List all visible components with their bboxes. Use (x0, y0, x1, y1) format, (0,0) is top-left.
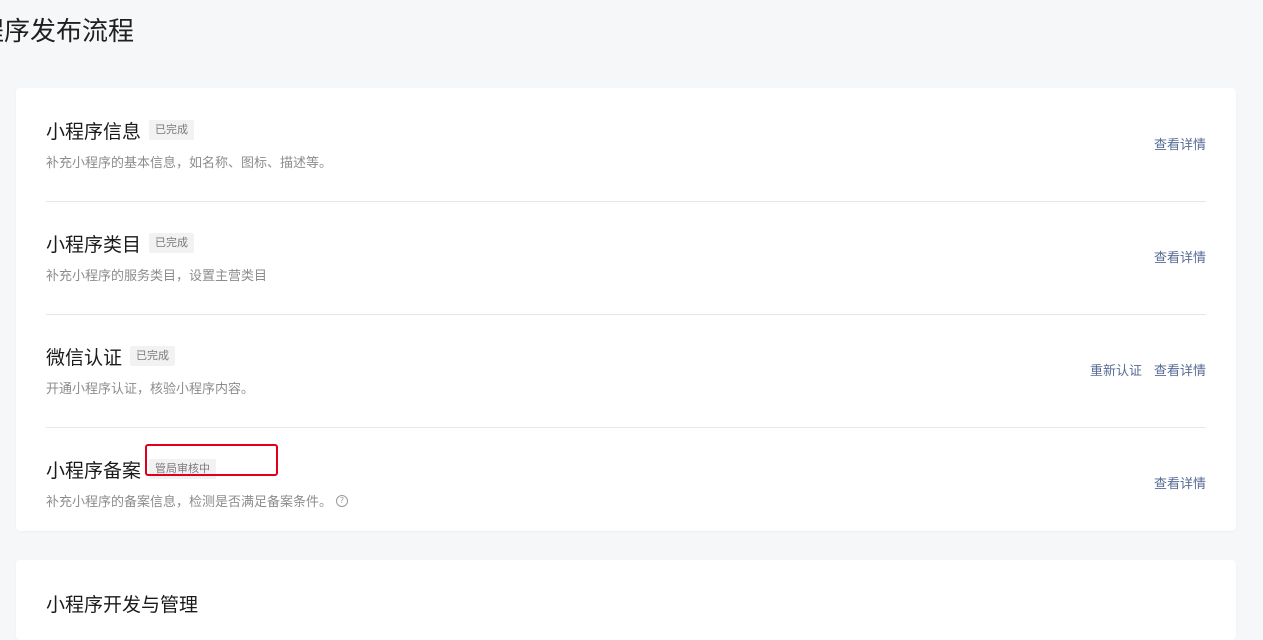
dev-management-card: 小程序开发与管理 (16, 560, 1236, 640)
step-title: 小程序类目 (46, 233, 142, 256)
reverify-link[interactable]: 重新认证 (1090, 360, 1142, 379)
step-title: 小程序信息 (46, 120, 142, 143)
help-icon[interactable]: ? (336, 494, 349, 507)
status-badge: 已完成 (149, 120, 195, 140)
step-miniprogram-category: 小程序类目 已完成 补充小程序的服务类目，设置主营类目 查看详情 (46, 201, 1206, 314)
step-title: 微信认证 (46, 346, 123, 369)
step-actions: 查看详情 (1154, 247, 1206, 266)
step-title: 小程序备案 (46, 459, 142, 482)
step-title-row: 小程序信息 已完成 (46, 116, 195, 144)
step-miniprogram-filing: 小程序备案 管局审核中 补充小程序的备案信息，检测是否满足备案条件。 ? 查看详… (46, 427, 1206, 540)
step-title-row: 小程序备案 管局审核中 (46, 455, 217, 483)
step-description: 开通小程序认证，核验小程序内容。 (46, 382, 255, 397)
view-details-link[interactable]: 查看详情 (1154, 247, 1206, 266)
step-actions: 重新认证 查看详情 (1090, 360, 1206, 379)
step-title-row: 小程序类目 已完成 (46, 229, 195, 257)
step-description: 补充小程序的基本信息，如名称、图标、描述等。 (46, 156, 333, 171)
status-badge: 已完成 (149, 233, 195, 253)
page-title: 程序发布流程 (0, 17, 135, 47)
view-details-link[interactable]: 查看详情 (1154, 360, 1206, 379)
step-description-text: 补充小程序的备案信息，检测是否满足备案条件。 (46, 495, 333, 510)
step-wechat-verification: 微信认证 已完成 开通小程序认证，核验小程序内容。 重新认证 查看详情 (46, 314, 1206, 427)
status-badge: 管局审核中 (149, 459, 217, 479)
status-badge: 已完成 (130, 346, 176, 366)
step-title-row: 微信认证 已完成 (46, 342, 176, 370)
step-actions: 查看详情 (1154, 134, 1206, 153)
view-details-link[interactable]: 查看详情 (1154, 473, 1206, 492)
view-details-link[interactable]: 查看详情 (1154, 134, 1206, 153)
publish-steps-card: 小程序信息 已完成 补充小程序的基本信息，如名称、图标、描述等。 查看详情 小程… (16, 88, 1236, 531)
step-actions: 查看详情 (1154, 473, 1206, 492)
dev-management-title: 小程序开发与管理 (46, 594, 199, 616)
step-description: 补充小程序的服务类目，设置主营类目 (46, 269, 268, 284)
step-description: 补充小程序的备案信息，检测是否满足备案条件。 ? (46, 491, 349, 510)
step-miniprogram-info: 小程序信息 已完成 补充小程序的基本信息，如名称、图标、描述等。 查看详情 (46, 88, 1206, 201)
